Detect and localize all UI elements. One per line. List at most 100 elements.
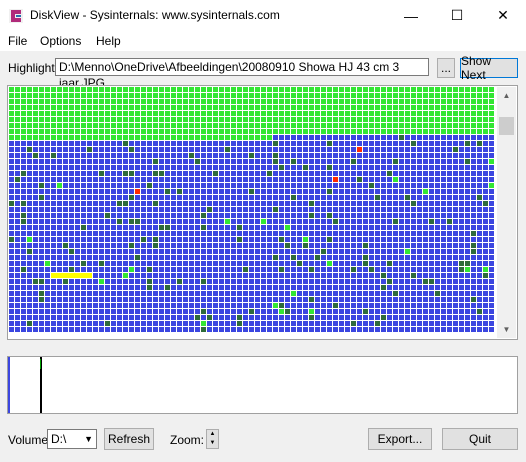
cluster-cell bbox=[429, 291, 434, 296]
cluster-cell bbox=[57, 135, 62, 140]
cluster-cell bbox=[147, 309, 152, 314]
cluster-cell bbox=[189, 261, 194, 266]
cluster-cell bbox=[309, 279, 314, 284]
cluster-cell bbox=[21, 303, 26, 308]
cluster-cell bbox=[327, 141, 332, 146]
cluster-map[interactable] bbox=[9, 87, 495, 338]
cluster-cell bbox=[261, 165, 266, 170]
menu-options[interactable]: Options bbox=[40, 34, 81, 48]
cluster-cell bbox=[195, 261, 200, 266]
cluster-cell bbox=[51, 231, 56, 236]
cluster-cell bbox=[261, 189, 266, 194]
scroll-down-icon[interactable]: ▼ bbox=[497, 321, 516, 338]
highlight-path-field[interactable]: D:\Menno\OneDrive\Afbeeldingen\20080910 … bbox=[55, 58, 429, 90]
cluster-cell bbox=[477, 291, 482, 296]
cluster-cell bbox=[375, 279, 380, 284]
detail-view[interactable] bbox=[7, 356, 518, 414]
cluster-cell bbox=[327, 315, 332, 320]
cluster-cell bbox=[471, 285, 476, 290]
cluster-cell bbox=[105, 279, 110, 284]
scroll-up-icon[interactable]: ▲ bbox=[497, 87, 516, 104]
close-button[interactable]: ✕ bbox=[480, 0, 526, 31]
cluster-cell bbox=[135, 267, 140, 272]
cluster-cell bbox=[39, 249, 44, 254]
cluster-cell bbox=[255, 237, 260, 242]
spin-down-icon[interactable]: ▼ bbox=[207, 439, 218, 448]
cluster-cell bbox=[261, 129, 266, 134]
cluster-cell bbox=[111, 297, 116, 302]
cluster-cell bbox=[153, 195, 158, 200]
cluster-cell bbox=[243, 147, 248, 152]
minimize-button[interactable]: — bbox=[388, 0, 434, 31]
cluster-cell bbox=[279, 147, 284, 152]
cluster-cell bbox=[51, 195, 56, 200]
cluster-cell bbox=[105, 273, 110, 278]
scroll-thumb[interactable] bbox=[499, 117, 514, 135]
cluster-cell bbox=[27, 177, 32, 182]
cluster-cell bbox=[429, 267, 434, 272]
cluster-cell bbox=[201, 219, 206, 224]
cluster-cell bbox=[375, 207, 380, 212]
cluster-cell bbox=[147, 135, 152, 140]
cluster-cell bbox=[195, 159, 200, 164]
cluster-cell bbox=[141, 129, 146, 134]
cluster-cell bbox=[327, 327, 332, 332]
show-next-button[interactable]: Show Next bbox=[460, 54, 518, 82]
cluster-cell bbox=[261, 321, 266, 326]
cluster-cell bbox=[117, 327, 122, 332]
cluster-cell bbox=[249, 243, 254, 248]
cluster-cell bbox=[75, 297, 80, 302]
cluster-cell bbox=[75, 207, 80, 212]
map-scrollbar[interactable]: ▲ ▼ bbox=[497, 87, 516, 338]
cluster-cell bbox=[315, 147, 320, 152]
cluster-cell bbox=[273, 99, 278, 104]
spin-up-icon[interactable]: ▲ bbox=[207, 430, 218, 439]
cluster-cell bbox=[15, 273, 20, 278]
cluster-cell bbox=[489, 129, 494, 134]
cluster-cell bbox=[405, 267, 410, 272]
cluster-cell bbox=[105, 219, 110, 224]
cluster-cell bbox=[291, 111, 296, 116]
cluster-cell bbox=[447, 291, 452, 296]
cluster-cell bbox=[291, 117, 296, 122]
quit-button[interactable]: Quit bbox=[442, 428, 518, 450]
browse-button[interactable]: ... bbox=[437, 58, 455, 78]
cluster-cell bbox=[489, 177, 494, 182]
cluster-cell bbox=[57, 123, 62, 128]
menu-help[interactable]: Help bbox=[96, 34, 121, 48]
cluster-cell bbox=[27, 129, 32, 134]
export-button[interactable]: Export... bbox=[368, 428, 432, 450]
cluster-cell bbox=[183, 135, 188, 140]
cluster-cell bbox=[273, 255, 278, 260]
cluster-cell bbox=[147, 321, 152, 326]
cluster-cell bbox=[381, 147, 386, 152]
cluster-cell bbox=[153, 177, 158, 182]
cluster-cell bbox=[141, 243, 146, 248]
cluster-cell bbox=[51, 321, 56, 326]
cluster-cell bbox=[237, 237, 242, 242]
maximize-button[interactable]: ☐ bbox=[434, 0, 480, 31]
cluster-cell bbox=[357, 201, 362, 206]
cluster-cell bbox=[315, 159, 320, 164]
zoom-spinner[interactable]: ▲ ▼ bbox=[206, 429, 219, 449]
cluster-cell bbox=[381, 243, 386, 248]
refresh-button[interactable]: Refresh bbox=[104, 428, 154, 450]
cluster-cell bbox=[279, 123, 284, 128]
cluster-cell bbox=[291, 231, 296, 236]
cluster-cell bbox=[189, 159, 194, 164]
cluster-cell bbox=[309, 195, 314, 200]
cluster-cell bbox=[483, 207, 488, 212]
cluster-cell bbox=[483, 117, 488, 122]
cluster-cell bbox=[303, 225, 308, 230]
cluster-cell bbox=[255, 243, 260, 248]
cluster-cell bbox=[423, 159, 428, 164]
cluster-cell bbox=[441, 279, 446, 284]
cluster-cell bbox=[327, 171, 332, 176]
volume-select[interactable]: D:\ ▼ bbox=[47, 429, 97, 449]
cluster-cell bbox=[81, 291, 86, 296]
menu-file[interactable]: File bbox=[8, 34, 27, 48]
cluster-cell bbox=[315, 195, 320, 200]
cluster-cell bbox=[123, 219, 128, 224]
cluster-cell bbox=[189, 279, 194, 284]
cluster-cell bbox=[291, 183, 296, 188]
